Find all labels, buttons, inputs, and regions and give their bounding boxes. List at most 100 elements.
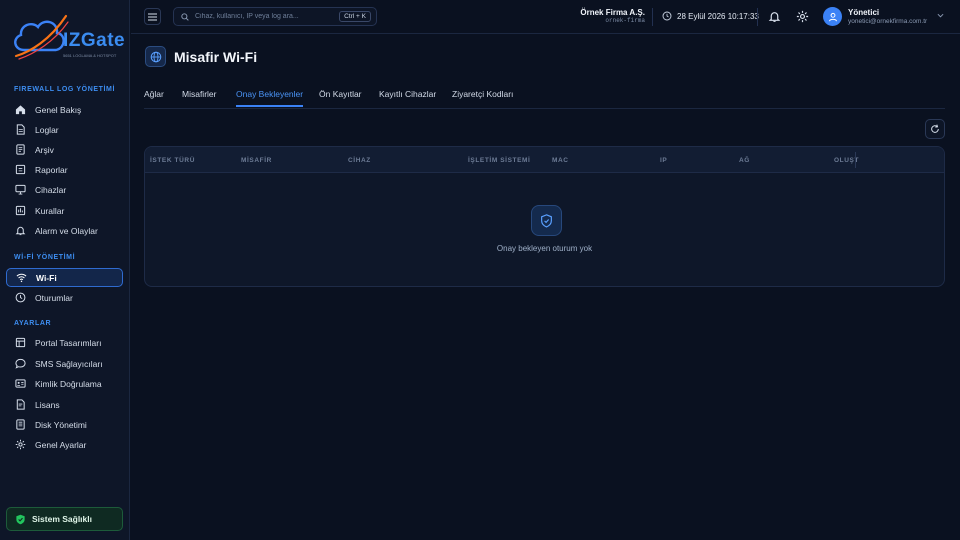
archive-icon [16,144,25,155]
tab-onay-bekleyenler[interactable]: Onay Bekleyenler [236,89,304,107]
sidebar-item-label: Kimlik Doğrulama [35,378,102,389]
settings-gear-icon[interactable] [796,10,809,23]
page-title: Misafir Wi-Fi [174,49,258,65]
report-icon [15,164,26,175]
sidebar-item-label: Loglar [35,124,59,135]
system-health-label: Sistem Sağlıklı [32,514,92,524]
monitor-icon [15,184,26,195]
sidebar-item-label: Kurallar [35,205,65,216]
shield-check-icon [541,213,552,228]
shield-check-icon [16,514,25,524]
section-label-ayarlar: AYARLAR [14,320,52,327]
user-name[interactable]: Yönetici [848,8,879,17]
sidebar-item-portal-tasarimlari[interactable]: Portal Tasarımları [6,333,123,352]
header-datetime: 28 Eylül 2026 10:17:33 [662,11,759,21]
sidebar-item-label: Arşiv [35,144,54,155]
global-search[interactable]: Ctrl + K [173,7,377,26]
message-icon [15,358,26,369]
globe-icon [150,51,161,62]
search-icon [181,12,189,21]
tab-ziyaretci-kodlari[interactable]: Ziyaretçi Kodları [452,89,513,105]
tab-aglar[interactable]: Ağlar [144,89,164,105]
system-health-badge[interactable]: Sistem Sağlıklı [6,507,123,531]
bell-icon [15,226,26,236]
chevron-down-icon[interactable] [937,13,944,18]
id-card-icon [15,379,26,388]
search-input[interactable] [195,13,345,20]
user-email: yonetici@ornekfirma.com.tr [848,18,928,25]
section-label-wifi: Wİ-Fİ YÖNETİMİ [14,254,76,261]
avatar[interactable] [823,7,842,26]
sidebar-item-label: Disk Yönetimi [35,419,87,430]
sidebar-item-kurallar[interactable]: Kurallar [6,201,123,220]
sidebar-item-label: SMS Sağlayıcıları [35,358,103,369]
table-header: İSTEK TÜRÜ MİSAFİR CİHAZ İŞLETİM SİSTEMİ… [145,147,944,173]
sidebar-item-sms-saglayicilari[interactable]: SMS Sağlayıcıları [6,354,123,373]
sidebar-item-label: Oturumlar [35,292,73,303]
sidebar-item-arsiv[interactable]: Arşiv [6,140,123,159]
empty-state-icon-box [531,205,562,236]
sidebar-item-label: Genel Ayarlar [35,439,87,450]
sidebar-item-disk-yonetimi[interactable]: Disk Yönetimi [6,415,123,434]
gear-icon [15,439,26,450]
company-slug: ornek-firma [605,17,645,24]
tab-bar: Ağlar Misafirler Onay Bekleyenler Ön Kay… [144,89,945,109]
clock-icon [662,11,672,21]
brand-logo[interactable]: IZGate 5651 LOGLAMA & HOTSPOT [10,12,126,64]
empty-state-message: Onay bekleyen oturum yok [496,244,593,253]
datetime-text: 28 Eylül 2026 10:17:33 [677,11,759,21]
user-icon [828,12,837,21]
pending-sessions-table: İSTEK TÜRÜ MİSAFİR CİHAZ İŞLETİM SİSTEMİ… [144,146,945,287]
sidebar-item-oturumlar[interactable]: Oturumlar [6,288,123,307]
column-resize-handle[interactable] [855,152,856,168]
sidebar-item-genel-ayarlar[interactable]: Genel Ayarlar [6,435,123,454]
refresh-button[interactable] [925,119,945,139]
rules-icon [15,205,26,216]
hamburger-icon [148,12,157,21]
sidebar-item-label: Portal Tasarımları [35,337,102,348]
top-header: Ctrl + K Örnek Firma A.Ş. ornek-firma 28… [131,0,960,34]
sidebar-item-label: Wi-Fi [36,272,57,283]
license-icon [16,399,25,410]
cloud-logo-icon [14,14,69,60]
file-icon [16,124,25,135]
sidebar-item-lisans[interactable]: Lisans [6,395,123,414]
column-header[interactable]: MAC [552,157,569,164]
search-shortcut: Ctrl + K [339,11,371,22]
sidebar-item-kimlik-dogrulama[interactable]: Kimlik Doğrulama [6,374,123,393]
column-header[interactable]: IP [660,157,667,164]
column-header[interactable]: AĞ [739,157,750,164]
sidebar-item-genel-bakis[interactable]: Genel Bakış [6,100,123,119]
column-header[interactable]: İŞLETİM SİSTEMİ [468,157,530,164]
sidebar-item-label: Alarm ve Olaylar [35,225,98,236]
tab-on-kayitlar[interactable]: Ön Kayıtlar [319,89,362,105]
brand-tagline: 5651 LOGLAMA & HOTSPOT [63,53,117,58]
company-info: Örnek Firma A.Ş. ornek-firma [571,8,645,24]
clock-icon [15,292,26,303]
column-header[interactable]: MİSAFİR [241,157,272,164]
section-label-firewall: FIREWALL LOG YÖNETİMİ [14,86,116,93]
menu-toggle-button[interactable] [144,8,161,25]
sidebar-item-label: Raporlar [35,164,68,175]
header-divider [757,8,758,26]
tab-misafirler[interactable]: Misafirler [182,89,216,105]
disk-icon [16,419,25,430]
notifications-bell-icon[interactable] [768,10,781,23]
sidebar-item-cihazlar[interactable]: Cihazlar [6,180,123,199]
brand-name: IZGate [63,30,126,51]
sidebar-item-wifi[interactable]: Wi-Fi [6,268,123,287]
sidebar: IZGate 5651 LOGLAMA & HOTSPOT FIREWALL L… [0,0,130,540]
header-divider [652,8,653,26]
tab-kayitli-cihazlar[interactable]: Kayıtlı Cihazlar [379,89,436,105]
column-header[interactable]: İSTEK TÜRÜ [150,157,195,164]
column-header[interactable]: CİHAZ [348,157,371,164]
company-name: Örnek Firma A.Ş. [580,8,645,17]
sidebar-item-label: Genel Bakış [35,104,82,115]
sidebar-item-loglar[interactable]: Loglar [6,120,123,139]
sidebar-item-raporlar[interactable]: Raporlar [6,160,123,179]
refresh-icon [931,124,939,133]
sidebar-item-label: Lisans [35,399,60,410]
layout-icon [15,337,26,348]
sidebar-item-alarm-ve-olaylar[interactable]: Alarm ve Olaylar [6,221,123,240]
sidebar-item-label: Cihazlar [35,184,67,195]
